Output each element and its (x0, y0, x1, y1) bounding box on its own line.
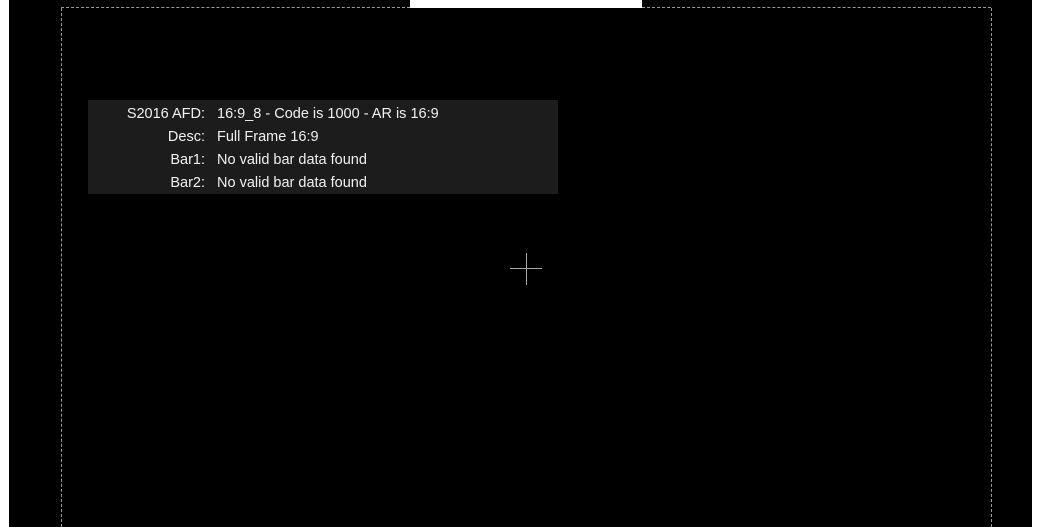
desc-label: Desc: (167, 129, 205, 145)
top-edge-strip (410, 0, 642, 8)
afd-label: S2016 AFD: (126, 106, 205, 122)
bar2-row: Bar2: No valid bar data found (88, 172, 558, 195)
desc-row: Desc: Full Frame 16:9 (88, 126, 558, 149)
video-monitor-display: S2016 AFD: 16:9_8 - Code is 1000 - AR is… (0, 0, 1037, 527)
afd-value: 16:9_8 - Code is 1000 - AR is 16:9 (217, 106, 439, 122)
bar2-value: No valid bar data found (217, 175, 367, 191)
right-edge-bar (1032, 0, 1037, 527)
bar1-row: Bar1: No valid bar data found (88, 149, 558, 172)
bar1-label: Bar1: (170, 152, 205, 168)
crosshair-icon (510, 253, 542, 285)
safe-area-right-line (991, 8, 992, 527)
bar2-label: Bar2: (170, 175, 205, 191)
safe-area-top-line-left (61, 7, 410, 8)
afd-info-panel: S2016 AFD: 16:9_8 - Code is 1000 - AR is… (88, 100, 558, 194)
bar1-value: No valid bar data found (217, 152, 367, 168)
safe-area-top-line-right (642, 7, 991, 8)
afd-row: S2016 AFD: 16:9_8 - Code is 1000 - AR is… (88, 103, 558, 126)
left-edge-bar (0, 0, 9, 527)
desc-value: Full Frame 16:9 (217, 129, 319, 145)
safe-area-left-line (61, 8, 62, 527)
